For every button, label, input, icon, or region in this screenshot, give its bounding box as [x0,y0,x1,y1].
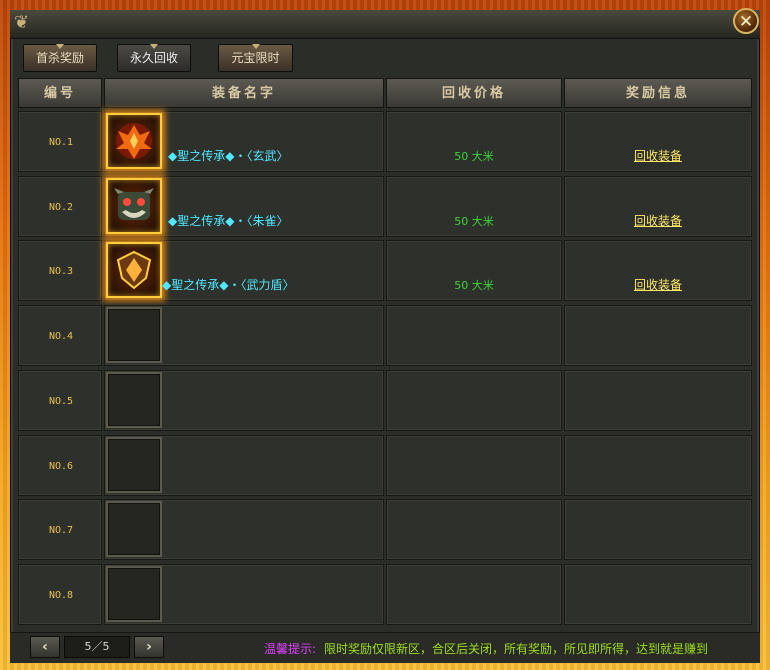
row-number: NO.1 [48,137,74,148]
tab-notch-icon [150,44,158,49]
chevron-right-icon: › [146,639,152,655]
tab-label: 首杀奖励 [35,51,84,65]
title-bar [10,10,760,39]
tip-label: 温馨提示: [264,642,317,656]
close-icon: ✕ [738,12,754,32]
tab-label: 永久回收 [129,51,178,65]
item-slot[interactable] [106,307,162,363]
table-cell [386,305,562,366]
item-slot[interactable] [106,501,162,557]
close-button[interactable]: ✕ [733,8,759,34]
prev-page-button[interactable]: ‹ [30,636,60,658]
item-slot[interactable] [106,178,162,234]
chevron-left-icon: ‹ [42,639,48,655]
next-page-button[interactable]: › [134,636,164,658]
table-cell [386,370,562,431]
item-slot[interactable] [106,437,162,493]
tab-notch-icon [251,44,260,49]
recycle-price: 50 大米 [454,215,494,228]
item-slot[interactable] [106,372,162,428]
row-number: NO.5 [48,396,74,407]
item-name: ◆聖之传承◆・〈武力盾〉 [162,278,295,292]
header-number: 编号 [18,78,102,108]
row-number: NO.8 [48,590,74,601]
header-recycle-price: 回收价格 [386,78,562,108]
row-number: NO.3 [48,266,74,277]
item-name: ◆聖之传承◆・〈朱雀〉 [168,214,289,228]
item-slot[interactable] [106,113,162,169]
table-cell [386,564,562,625]
recycle-equipment-link[interactable]: 回收装备 [565,212,751,229]
tab-first-kill-reward[interactable]: 首杀奖励 [23,44,97,72]
recycle-price: 50 大米 [454,279,494,292]
tab-yuanbao-limited[interactable]: 元宝限时 [218,44,293,72]
item-slot[interactable] [106,566,162,622]
tab-label: 元宝限时 [231,51,280,65]
recycle-equipment-link[interactable]: 回收装备 [565,276,751,293]
table-cell [564,564,752,625]
row-number: NO.7 [48,525,74,536]
corner-ornament-icon: ❦ [14,12,30,33]
item-name: ◆聖之传承◆・〈玄武〉 [168,149,289,163]
row-number: NO.2 [48,202,74,213]
recycle-equipment-link[interactable]: 回收装备 [565,147,751,164]
table-cell [564,499,752,560]
item-slot[interactable] [106,242,162,298]
recycle-price: 50 大米 [454,150,494,163]
tab-permanent-recycle[interactable]: 永久回收 [117,44,191,72]
table-cell [386,435,562,496]
table-cell [564,370,752,431]
row-number: NO.6 [48,461,74,472]
header-item-name: 装备名字 [104,78,384,108]
table-cell [386,499,562,560]
tip-text: 限时奖励仅限新区，合区后关闭，所有奖励，所见即所得，达到就是赚到 [324,642,709,656]
row-number: NO.4 [48,331,74,342]
header-reward-info: 奖励信息 [564,78,752,108]
tab-notch-icon [56,44,64,49]
table-cell [564,435,752,496]
page-indicator: 5／5 [64,636,130,658]
table-cell [564,305,752,366]
